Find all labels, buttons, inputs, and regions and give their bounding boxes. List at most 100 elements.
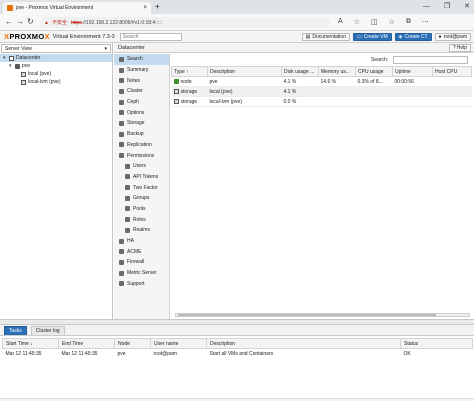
tree-item-local[interactable]: local (pve): [0, 70, 112, 78]
disk-cell: 0.0 %: [281, 96, 319, 107]
table-row[interactable]: Mar 12 11:49:35 Mar 12 11:49:35 pve root…: [3, 349, 473, 360]
browser-tabstrip: pve - Proxmox Virtual Environment × + — …: [0, 0, 474, 14]
uptime-cell: [392, 86, 433, 97]
menu-item-cluster[interactable]: Cluster: [114, 86, 169, 97]
tab-tasks[interactable]: Tasks: [4, 326, 27, 335]
favorites-icon[interactable]: ☆: [389, 18, 395, 26]
shield-icon: [119, 259, 124, 265]
start-time-cell: Mar 12 11:49:35: [5, 351, 42, 358]
grid-search-input[interactable]: [393, 56, 468, 64]
column-header-node[interactable]: Node: [114, 338, 151, 349]
menu-item-users[interactable]: Users: [114, 161, 169, 172]
new-tab-button[interactable]: +: [155, 2, 160, 12]
collections-icon[interactable]: ⧉: [406, 18, 411, 26]
table-row[interactable]: storage local (pve) 4.1 %: [171, 86, 472, 97]
menu-item-backup[interactable]: Backup: [114, 129, 169, 140]
column-header-start-time[interactable]: Start Time ↓: [2, 338, 59, 349]
memory-cell: 14.6 %: [318, 76, 356, 87]
menu-item-label: Metric Server: [127, 270, 157, 277]
column-header-description[interactable]: Description: [206, 338, 401, 349]
menu-item-roles[interactable]: Roles: [114, 214, 169, 225]
browser-tab[interactable]: pve - Proxmox Virtual Environment ×: [3, 2, 151, 14]
key-icon: [125, 174, 130, 180]
documentation-button[interactable]: ▤ Documentation: [301, 32, 350, 41]
logo-x-mark-end: X: [44, 32, 50, 41]
reload-icon[interactable]: ↻: [27, 17, 34, 27]
menu-item-support[interactable]: Support: [114, 278, 169, 289]
column-header-end-time[interactable]: End Time: [58, 338, 115, 349]
scrollbar-thumb[interactable]: [178, 314, 436, 316]
menu-item-storage[interactable]: Storage: [114, 118, 169, 129]
menu-item-groups[interactable]: Groups: [114, 193, 169, 204]
menu-item-notes[interactable]: Notes: [114, 75, 169, 86]
heartbeat-icon: [119, 238, 124, 244]
menu-item-summary[interactable]: Summary: [114, 65, 169, 76]
column-header-host-cpu[interactable]: Host CPU: [432, 66, 472, 77]
url-input[interactable]: ▲ 不安全 https://192.168.2.122:8006/#v1:0:1…: [40, 17, 330, 28]
more-menu-icon[interactable]: ⋯: [422, 18, 429, 26]
description-cell: local (pve): [207, 86, 282, 97]
forward-icon[interactable]: →: [16, 17, 24, 27]
menu-item-label: Storage: [127, 120, 145, 127]
table-row[interactable]: storage local-lvm (pve) 0.0 %: [171, 96, 472, 107]
server-view-select[interactable]: Server View ▾: [1, 44, 111, 53]
column-header-status[interactable]: Status: [400, 338, 473, 349]
back-icon[interactable]: ←: [5, 17, 13, 27]
menu-item-ceph[interactable]: Ceph: [114, 97, 169, 108]
minimize-icon[interactable]: —: [423, 1, 430, 12]
storage-icon: [21, 79, 26, 85]
column-header-type[interactable]: Type ↑: [171, 66, 208, 77]
table-row[interactable]: node pve 4.1 % 14.6 % 0.3% of 8... 00:00…: [171, 76, 472, 87]
menu-item-pools[interactable]: Pools: [114, 204, 169, 215]
warning-icon[interactable]: ▲: [44, 20, 49, 26]
user-menu-button[interactable]: ● root@pam: [434, 32, 471, 41]
menu-item-acme[interactable]: ACME: [114, 246, 169, 257]
user-icon: ●: [438, 33, 442, 40]
floppy-icon: [119, 131, 124, 137]
tree-item-datacenter[interactable]: ▾ Datacenter: [0, 54, 112, 62]
menu-item-label: Options: [127, 109, 145, 116]
collapse-icon[interactable]: ▾: [3, 55, 8, 61]
menu-item-label: Support: [127, 280, 145, 287]
column-header-uptime[interactable]: Uptime: [392, 66, 433, 77]
menu-item-firewall[interactable]: Firewall: [114, 257, 169, 268]
menu-item-api-tokens[interactable]: API Tokens: [114, 172, 169, 183]
tab-close-icon[interactable]: ×: [143, 5, 147, 11]
help-button[interactable]: ? Help: [448, 44, 471, 52]
column-header-user-name[interactable]: User name: [150, 338, 207, 349]
menu-item-replication[interactable]: Replication: [114, 140, 169, 151]
close-window-icon[interactable]: ✕: [464, 1, 470, 12]
menu-item-realms[interactable]: Realms: [114, 225, 169, 236]
create-vm-button[interactable]: ▭ Create VM: [352, 32, 392, 41]
column-header-disk[interactable]: Disk usage ...: [281, 66, 319, 77]
column-header-description[interactable]: Description: [207, 66, 282, 77]
host-cpu-cell: [432, 96, 472, 107]
menu-item-metric-server[interactable]: Metric Server: [114, 268, 169, 279]
proxmox-logo[interactable]: XPROXMOX: [4, 32, 50, 41]
menu-item-label: Roles: [133, 216, 146, 223]
read-aloud-icon[interactable]: A: [338, 18, 343, 26]
column-header-memory[interactable]: Memory us...: [318, 66, 356, 77]
tree-item-local-lvm[interactable]: local-lvm (pve): [0, 78, 112, 86]
menu-item-options[interactable]: Options: [114, 107, 169, 118]
menu-item-ha[interactable]: HA: [114, 236, 169, 247]
menu-item-label: Permissions: [127, 152, 155, 159]
type-cell: storage: [171, 96, 208, 107]
menu-item-permissions[interactable]: Permissions: [114, 150, 169, 161]
column-header-cpu[interactable]: CPU usage: [355, 66, 393, 77]
menu-item-search[interactable]: Search: [114, 54, 169, 65]
menu-item-two-factor[interactable]: Two Factor: [114, 182, 169, 193]
header-search-input[interactable]: [119, 32, 182, 41]
tree-item-pve[interactable]: ▾ pve: [0, 62, 112, 70]
browser-toolbar-icons: A ☆ ◫ ☆ ⧉ ⋯: [338, 18, 429, 26]
tab-cluster-log[interactable]: Cluster log: [30, 326, 65, 335]
tree-item-label: local-lvm (pve): [28, 79, 61, 85]
host-cpu-cell: [432, 76, 472, 87]
create-ct-button[interactable]: ◈ Create CT: [394, 32, 432, 41]
ceph-icon: [119, 99, 124, 105]
split-screen-icon[interactable]: ◫: [371, 18, 378, 26]
collapse-icon[interactable]: ▾: [9, 63, 14, 69]
maximize-icon[interactable]: ❐: [444, 1, 450, 12]
horizontal-scrollbar[interactable]: [175, 313, 470, 317]
favorite-icon[interactable]: ☆: [354, 18, 360, 26]
